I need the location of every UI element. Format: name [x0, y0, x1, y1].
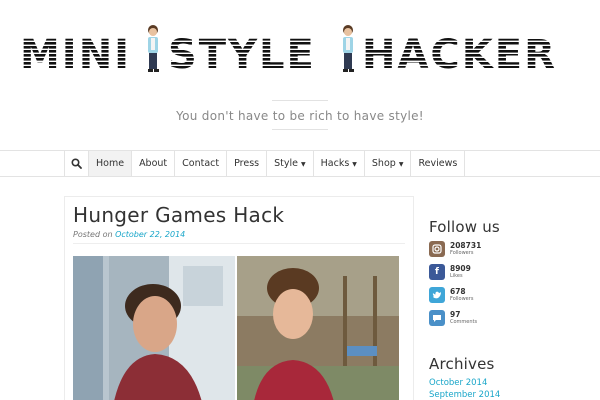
- follow-label: Followers: [450, 296, 474, 302]
- post-date-link[interactable]: October 22, 2014: [115, 230, 185, 239]
- nav-item-reviews[interactable]: Reviews: [411, 151, 466, 176]
- caret-down-icon: ▼: [398, 161, 404, 168]
- search-icon: [71, 158, 82, 169]
- nav-item-press[interactable]: Press: [227, 151, 268, 176]
- follow-item-instagram[interactable]: 208731 Followers: [429, 241, 589, 264]
- follow-count: 208731: [450, 241, 482, 250]
- nav-label: Home: [96, 158, 125, 169]
- nav-search-button[interactable]: [65, 151, 89, 176]
- follow-label: Followers: [450, 250, 474, 256]
- follow-list: 208731 Followers f 8909 Likes 678 Follow…: [429, 241, 589, 333]
- nav-label: Reviews: [418, 158, 458, 169]
- archive-link-september-2014[interactable]: September 2014: [429, 389, 589, 400]
- post-meta: Posted on October 22, 2014: [73, 230, 185, 239]
- follow-item-facebook[interactable]: f 8909 Likes: [429, 264, 589, 287]
- facebook-icon: f: [429, 264, 445, 280]
- nav-item-about[interactable]: About: [132, 151, 176, 176]
- logo-word-1: MINI: [20, 32, 131, 78]
- instagram-icon: [429, 241, 445, 257]
- logo-word-3: HACKER: [362, 32, 557, 78]
- archive-link-october-2014[interactable]: October 2014: [429, 377, 589, 389]
- caret-down-icon: ▼: [352, 161, 357, 168]
- nav-item-hacks[interactable]: Hacks ▼: [314, 151, 365, 176]
- nav-item-home[interactable]: Home: [89, 151, 133, 176]
- main-nav: Home About Contact Press Style ▼ Hacks ▼ S…: [64, 151, 466, 176]
- logo-word-2: STYLE: [168, 32, 316, 78]
- follow-count: 97: [450, 310, 461, 319]
- archives-title: Archives: [429, 355, 495, 373]
- logo-boy-figure-right: [343, 25, 354, 72]
- nav-label: Contact: [182, 158, 220, 169]
- nav-item-contact[interactable]: Contact: [175, 151, 228, 176]
- tagline-divider-bottom: [272, 129, 328, 130]
- follow-count: 8909: [450, 264, 471, 273]
- blog-post: Hunger Games Hack Posted on October 22, …: [64, 196, 414, 400]
- nav-label: Style: [274, 158, 299, 169]
- nav-label: Shop: [371, 158, 396, 169]
- comments-icon: [429, 310, 445, 326]
- main-navbar: Home About Contact Press Style ▼ Hacks ▼ S…: [0, 150, 600, 177]
- post-image-graphic: [73, 256, 399, 400]
- posted-on-label: Posted on: [73, 230, 113, 239]
- follow-item-twitter[interactable]: 678 Followers: [429, 287, 589, 310]
- post-featured-image[interactable]: [73, 256, 399, 400]
- post-image-left-photo: [73, 256, 235, 400]
- follow-us-title: Follow us: [429, 218, 500, 236]
- post-title[interactable]: Hunger Games Hack: [73, 203, 284, 227]
- post-image-right-photo: [237, 256, 399, 400]
- tagline-block: You don't have to be rich to have style!: [0, 100, 600, 130]
- follow-label: Comments: [450, 319, 478, 325]
- logo-boy-figure-left: [148, 25, 159, 72]
- caret-down-icon: ▼: [301, 161, 306, 168]
- nav-label: About: [139, 158, 168, 169]
- post-image-divider: [235, 256, 237, 400]
- follow-label: Likes: [450, 273, 463, 279]
- logo-graphic: MINI STYLE HACKER: [20, 25, 557, 78]
- site-header: MINI STYLE HACKER You don't have to be r…: [0, 0, 600, 150]
- nav-label: Hacks: [320, 158, 350, 169]
- sidebar-follow-widget: Follow us 208731 Followers f 8909 Likes …: [429, 218, 589, 333]
- twitter-icon: [429, 287, 445, 303]
- follow-item-comments[interactable]: 97 Comments: [429, 310, 589, 333]
- tagline-divider-top: [272, 100, 328, 101]
- site-tagline: You don't have to be rich to have style!: [176, 109, 424, 123]
- site-logo[interactable]: MINI STYLE HACKER: [20, 22, 580, 78]
- nav-label: Press: [234, 158, 260, 169]
- post-divider: [73, 243, 405, 244]
- follow-count: 678: [450, 287, 466, 296]
- sidebar-archives-widget: Archives October 2014 September 2014: [429, 355, 589, 400]
- nav-item-style[interactable]: Style ▼: [267, 151, 314, 176]
- nav-item-shop[interactable]: Shop ▼: [365, 151, 412, 176]
